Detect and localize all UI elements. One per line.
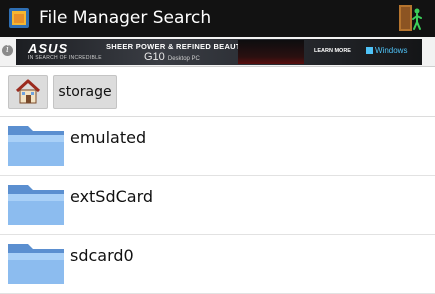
app-folder-icon [8,6,32,30]
folder-name: extSdCard [70,187,154,206]
ad-headline: SHEER POWER & REFINED BEAUTY [106,42,247,51]
folder-icon [6,120,66,174]
app-bar: File Manager Search [0,0,435,37]
ad-banner[interactable]: i ASUS IN SEARCH OF INCREDIBLE SHEER POW… [0,37,435,67]
folder-row-sdcard0[interactable]: sdcard0 [0,235,435,294]
app-title: File Manager Search [39,8,212,28]
folder-name: sdcard0 [70,246,134,265]
home-button[interactable] [8,75,48,109]
folder-icon [6,238,66,292]
folder-row-extsdcard[interactable]: extSdCard [0,176,435,235]
ad-model-name: G10 [144,51,165,63]
folder-row-emulated[interactable]: emulated [0,117,435,176]
ad-windows-label: Windows [366,46,407,55]
ad-creative[interactable]: ASUS IN SEARCH OF INCREDIBLE SHEER POWER… [16,39,422,65]
ad-model: G10 Desktop PC [144,51,200,63]
ad-product-image [238,40,304,64]
folder-icon [6,179,66,233]
breadcrumb-storage-button[interactable]: storage [53,75,117,109]
home-icon [15,79,41,104]
ad-windows-text: Windows [375,46,408,55]
windows-logo-icon [366,47,373,54]
ad-learn-more-button[interactable]: LEARN MORE [314,48,351,54]
exit-door-icon[interactable] [397,3,425,33]
breadcrumb: storage [0,67,435,117]
ad-brand: ASUS [28,41,69,56]
ad-info-icon[interactable]: i [2,45,13,56]
folder-name: emulated [70,128,147,147]
ad-brand-tagline: IN SEARCH OF INCREDIBLE [28,55,102,61]
ad-model-sub: Desktop PC [167,56,200,62]
